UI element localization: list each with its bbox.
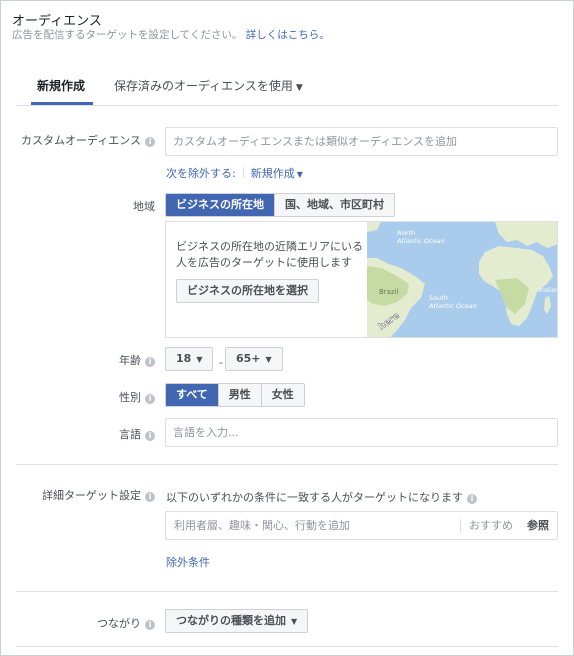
- detailed-targeting-input[interactable]: 利用者層、趣味・関心、行動を追加 おすすめ 参照: [165, 511, 558, 540]
- map-label-north-atlantic-2: Atlantic Ocean: [396, 237, 445, 245]
- create-new-link-text: 新規作成: [250, 167, 295, 180]
- subtitle-text: 広告を配信するターゲットを設定してください。: [12, 29, 243, 41]
- section-divider: [16, 464, 558, 465]
- connections-label: つながり i: [97, 615, 155, 631]
- location-map[interactable]: North Atlantic Ocean Brazil South Atlant…: [367, 222, 558, 338]
- section-divider: [16, 646, 558, 647]
- location-box: ビジネスの所在地の近隣エリアにいる人を広告のターゲットに使用します ビジネスの所…: [165, 221, 558, 338]
- exclude-link[interactable]: 次を除外する:: [166, 167, 236, 180]
- age-min-dropdown[interactable]: 18 ▼: [165, 347, 214, 371]
- location-option-region[interactable]: 国、地域、市区町村: [274, 194, 394, 216]
- exclude-criteria-link[interactable]: 除外条件: [166, 554, 210, 570]
- location-option-business[interactable]: ビジネスの所在地: [166, 194, 274, 216]
- gender-toggle: すべて 男性 女性: [165, 383, 305, 407]
- info-icon[interactable]: i: [145, 492, 155, 502]
- info-icon[interactable]: i: [145, 431, 155, 441]
- gender-option-male[interactable]: 男性: [217, 384, 261, 406]
- age-separator: -: [219, 356, 223, 369]
- link-separator: [242, 167, 244, 178]
- map-label-south-atlantic-2: Atlantic Ocean: [428, 302, 477, 310]
- detailed-targeting-label-text: 詳細ターゲット設定: [42, 489, 141, 502]
- audience-panel: オーディエンス 広告を配信するターゲットを設定してください。 詳しくはこちら。 …: [0, 0, 574, 656]
- location-toggle: ビジネスの所在地 国、地域、市区町村: [165, 193, 395, 217]
- info-icon[interactable]: i: [145, 137, 155, 147]
- detailed-targeting-hint-text: 以下のいずれかの条件に一致する人がターゲットになります: [166, 491, 463, 504]
- location-label: 地域: [133, 200, 155, 213]
- gender-option-all[interactable]: すべて: [166, 384, 218, 406]
- custom-audience-links: 次を除外する: 新規作成 ▼: [166, 165, 303, 181]
- age-max-value: 65+: [236, 352, 261, 365]
- info-icon[interactable]: i: [145, 394, 155, 404]
- map-label-indian: Indian: [539, 286, 558, 294]
- caret-down-icon: ▼: [196, 355, 203, 364]
- age-label-text: 年齢: [119, 354, 141, 367]
- tab-saved-audience[interactable]: 保存済みのオーディエンスを使用 ▼: [114, 73, 303, 105]
- age-max-dropdown[interactable]: 65+ ▼: [225, 347, 283, 371]
- age-label: 年齢 i: [119, 352, 155, 368]
- tab-create-new[interactable]: 新規作成: [31, 73, 93, 105]
- age-min-value: 18: [176, 352, 192, 365]
- gender-option-female[interactable]: 女性: [260, 384, 304, 406]
- language-label: 言語 i: [119, 426, 155, 442]
- browse-button[interactable]: 参照: [527, 512, 549, 539]
- gender-label-text: 性別: [119, 391, 141, 404]
- map-label-south-atlantic-1: South: [429, 294, 448, 302]
- section-divider: [16, 591, 558, 592]
- map-label-north-atlantic-1: North: [397, 229, 415, 237]
- connections-label-text: つながり: [97, 617, 141, 630]
- custom-audience-label-text: カスタムオーディエンス: [20, 134, 141, 147]
- info-icon[interactable]: i: [145, 620, 155, 630]
- caret-down-icon: ▼: [296, 170, 303, 179]
- detailed-targeting-placeholder: 利用者層、趣味・関心、行動を追加: [174, 519, 350, 532]
- custom-audience-label: カスタムオーディエンス i: [21, 132, 155, 148]
- learn-more-link[interactable]: 詳しくはこちら。: [246, 29, 330, 41]
- info-icon[interactable]: i: [467, 494, 477, 504]
- language-label-text: 言語: [119, 428, 141, 441]
- gender-label: 性別 i: [119, 389, 155, 405]
- select-business-location-button[interactable]: ビジネスの所在地を選択: [176, 279, 319, 303]
- caret-down-icon: ▼: [265, 355, 272, 364]
- caret-down-icon: ▼: [295, 83, 303, 93]
- detailed-targeting-hint: 以下のいずれかの条件に一致する人がターゲットになります i: [166, 489, 477, 505]
- suggestions-button[interactable]: おすすめ: [460, 519, 513, 533]
- detailed-targeting-label: 詳細ターゲット設定 i: [42, 487, 155, 503]
- tab-saved-label: 保存済みのオーディエンスを使用: [114, 79, 293, 93]
- section-subtitle: 広告を配信するターゲットを設定してください。 詳しくはこちら。: [12, 27, 330, 42]
- create-new-link[interactable]: 新規作成 ▼: [251, 167, 303, 180]
- tab-divider: [16, 105, 558, 106]
- map-label-brazil: Brazil: [379, 288, 399, 296]
- info-icon[interactable]: i: [145, 357, 155, 367]
- add-connection-type-label: つながりの種類を追加: [176, 614, 286, 627]
- add-connection-type-button[interactable]: つながりの種類を追加 ▼: [165, 609, 309, 633]
- language-input[interactable]: 言語を入力...: [165, 418, 558, 447]
- location-description: ビジネスの所在地の近隣エリアにいる人を広告のターゲットに使用します: [176, 240, 363, 269]
- caret-down-icon: ▼: [291, 617, 298, 626]
- custom-audience-input[interactable]: カスタムオーディエンスまたは類似オーディエンスを追加: [165, 127, 558, 156]
